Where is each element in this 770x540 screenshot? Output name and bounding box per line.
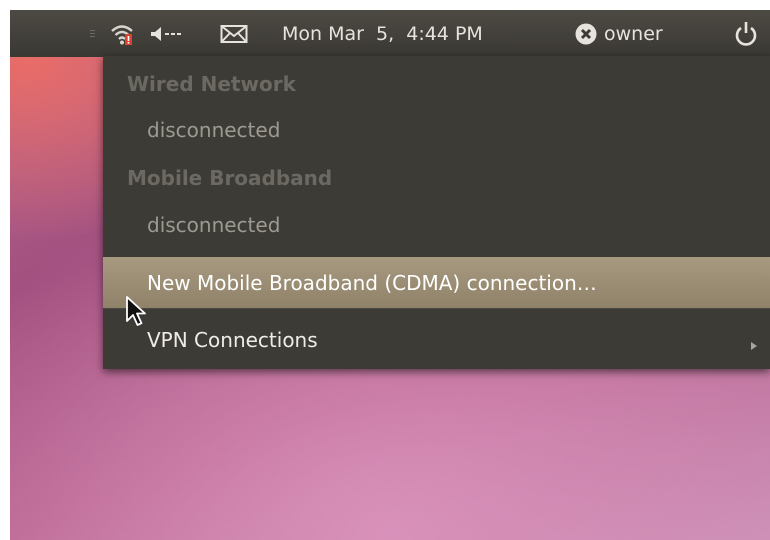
datetime-indicator[interactable]: Mon Mar 5, 4:44 PM (282, 10, 483, 57)
screenshot: Mon Mar 5, 4:44 PM owner Wired Network d… (10, 10, 770, 540)
user-menu[interactable]: owner (604, 10, 663, 57)
datetime-label: Mon Mar 5, 4:44 PM (282, 22, 483, 45)
mobile-broadband-header: Mobile Broadband (103, 156, 770, 200)
mobile-broadband-status: disconnected (103, 201, 770, 249)
new-mobile-broadband-connection-item[interactable]: New Mobile Broadband (CDMA) connection… (103, 257, 770, 308)
new-mobile-broadband-connection-label: New Mobile Broadband (CDMA) connection… (147, 270, 597, 295)
mobile-broadband-header-label: Mobile Broadband (127, 166, 333, 190)
user-status-icon[interactable] (574, 10, 598, 57)
vpn-connections-item[interactable]: VPN Connections (103, 318, 770, 362)
mouse-cursor-icon (125, 295, 151, 333)
handle-icon (90, 10, 96, 57)
power-icon[interactable] (734, 10, 758, 57)
wired-network-header: Wired Network (103, 62, 770, 106)
wired-network-header-label: Wired Network (127, 72, 296, 96)
wired-network-status: disconnected (103, 106, 770, 154)
wifi-icon[interactable] (109, 10, 135, 57)
mail-icon[interactable] (220, 10, 248, 57)
volume-icon[interactable] (150, 10, 186, 57)
username-label: owner (604, 22, 663, 45)
menu-separator (103, 308, 770, 309)
mobile-broadband-status-label: disconnected (147, 213, 281, 237)
top-panel: Mon Mar 5, 4:44 PM owner (10, 10, 770, 57)
network-menu: Wired Network disconnected Mobile Broadb… (103, 56, 770, 369)
wired-network-status-label: disconnected (147, 118, 281, 142)
submenu-arrow-icon (750, 336, 758, 355)
